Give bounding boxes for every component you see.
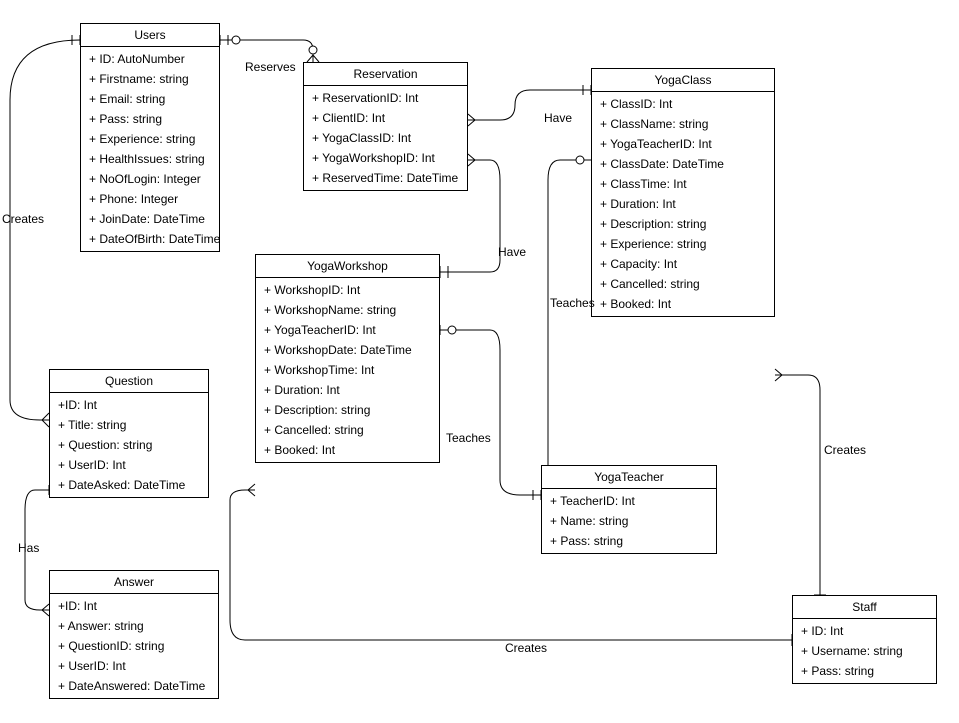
attr: + DateOfBirth: DateTime xyxy=(81,229,219,249)
entity-body: + TeacherID: Int + Name: string + Pass: … xyxy=(542,489,716,553)
attr: + Booked: Int xyxy=(256,440,439,460)
attr: + Phone: Integer xyxy=(81,189,219,209)
attr: + YogaTeacherID: Int xyxy=(592,134,774,154)
attr: + ID: Int xyxy=(793,621,936,641)
entity-body: + ID: AutoNumber + Firstname: string + E… xyxy=(81,47,219,251)
attr: + Duration: Int xyxy=(592,194,774,214)
entity-body: + ID: Int + Username: string + Pass: str… xyxy=(793,619,936,683)
rel-creates: Creates xyxy=(824,443,866,457)
attr: + Duration: Int xyxy=(256,380,439,400)
entity-title: YogaWorkshop xyxy=(256,255,439,278)
entity-staff: Staff + ID: Int + Username: string + Pas… xyxy=(792,595,937,684)
attr: +ID: Int xyxy=(50,395,208,415)
attr: +ID: Int xyxy=(50,596,218,616)
attr: + Question: string xyxy=(50,435,208,455)
attr: + ReservationID: Int xyxy=(304,88,467,108)
entity-title: Staff xyxy=(793,596,936,619)
entity-users: Users + ID: AutoNumber + Firstname: stri… xyxy=(80,23,220,252)
attr: + UserID: Int xyxy=(50,455,208,475)
attr: + Experience: string xyxy=(81,129,219,149)
attr: + ID: AutoNumber xyxy=(81,49,219,69)
attr: + ClassName: string xyxy=(592,114,774,134)
attr: + Description: string xyxy=(592,214,774,234)
attr: + UserID: Int xyxy=(50,656,218,676)
attr: + Capacity: Int xyxy=(592,254,774,274)
entity-body: + WorkshopID: Int + WorkshopName: string… xyxy=(256,278,439,462)
rel-creates: Creates xyxy=(505,641,547,655)
attr: + ReservedTime: DateTime xyxy=(304,168,467,188)
attr: + Description: string xyxy=(256,400,439,420)
attr: + NoOfLogin: Integer xyxy=(81,169,219,189)
attr: + WorkshopName: string xyxy=(256,300,439,320)
attr: + Name: string xyxy=(542,511,716,531)
attr: + Cancelled: string xyxy=(256,420,439,440)
attr: + ClientID: Int xyxy=(304,108,467,128)
rel-creates: Creates xyxy=(2,212,44,226)
entity-title: YogaClass xyxy=(592,69,774,92)
attr: + QuestionID: string xyxy=(50,636,218,656)
rel-have: Have xyxy=(544,111,572,125)
entity-body: +ID: Int + Answer: string + QuestionID: … xyxy=(50,594,218,698)
entity-yogateacher: YogaTeacher + TeacherID: Int + Name: str… xyxy=(541,465,717,554)
attr: + YogaClassID: Int xyxy=(304,128,467,148)
entity-title: YogaTeacher xyxy=(542,466,716,489)
entity-body: +ID: Int + Title: string + Question: str… xyxy=(50,393,208,497)
entity-yogaclass: YogaClass + ClassID: Int + ClassName: st… xyxy=(591,68,775,317)
attr: + WorkshopDate: DateTime xyxy=(256,340,439,360)
attr: + Username: string xyxy=(793,641,936,661)
attr: + Firstname: string xyxy=(81,69,219,89)
attr: + Cancelled: string xyxy=(592,274,774,294)
attr: + ClassID: Int xyxy=(592,94,774,114)
attr: + ClassTime: Int xyxy=(592,174,774,194)
attr: + Answer: string xyxy=(50,616,218,636)
attr: + WorkshopTime: Int xyxy=(256,360,439,380)
attr: + DateAnswered: DateTime xyxy=(50,676,218,696)
attr: + TeacherID: Int xyxy=(542,491,716,511)
rel-reserves: Reserves xyxy=(245,60,296,74)
entity-body: + ClassID: Int + ClassName: string + Yog… xyxy=(592,92,774,316)
attr: + ClassDate: DateTime xyxy=(592,154,774,174)
attr: + DateAsked: DateTime xyxy=(50,475,208,495)
attr: + YogaTeacherID: Int xyxy=(256,320,439,340)
attr: + Pass: string xyxy=(81,109,219,129)
attr: + JoinDate: DateTime xyxy=(81,209,219,229)
rel-has: Has xyxy=(18,541,39,555)
entity-reservation: Reservation + ReservationID: Int + Clien… xyxy=(303,62,468,191)
entity-title: Question xyxy=(50,370,208,393)
attr: + Booked: Int xyxy=(592,294,774,314)
rel-have: Have xyxy=(498,245,526,259)
entity-question: Question +ID: Int + Title: string + Ques… xyxy=(49,369,209,498)
attr: + Experience: string xyxy=(592,234,774,254)
attr: + WorkshopID: Int xyxy=(256,280,439,300)
entity-answer: Answer +ID: Int + Answer: string + Quest… xyxy=(49,570,219,699)
attr: + YogaWorkshopID: Int xyxy=(304,148,467,168)
er-diagram: Users + ID: AutoNumber + Firstname: stri… xyxy=(0,0,959,723)
attr: + HealthIssues: string xyxy=(81,149,219,169)
entity-yogaworkshop: YogaWorkshop + WorkshopID: Int + Worksho… xyxy=(255,254,440,463)
entity-title: Reservation xyxy=(304,63,467,86)
attr: + Title: string xyxy=(50,415,208,435)
attr: + Email: string xyxy=(81,89,219,109)
entity-title: Answer xyxy=(50,571,218,594)
entity-body: + ReservationID: Int + ClientID: Int + Y… xyxy=(304,86,467,190)
entity-title: Users xyxy=(81,24,219,47)
rel-teaches: Teaches xyxy=(446,431,491,445)
rel-teaches: Teaches xyxy=(550,296,595,310)
attr: + Pass: string xyxy=(793,661,936,681)
attr: + Pass: string xyxy=(542,531,716,551)
